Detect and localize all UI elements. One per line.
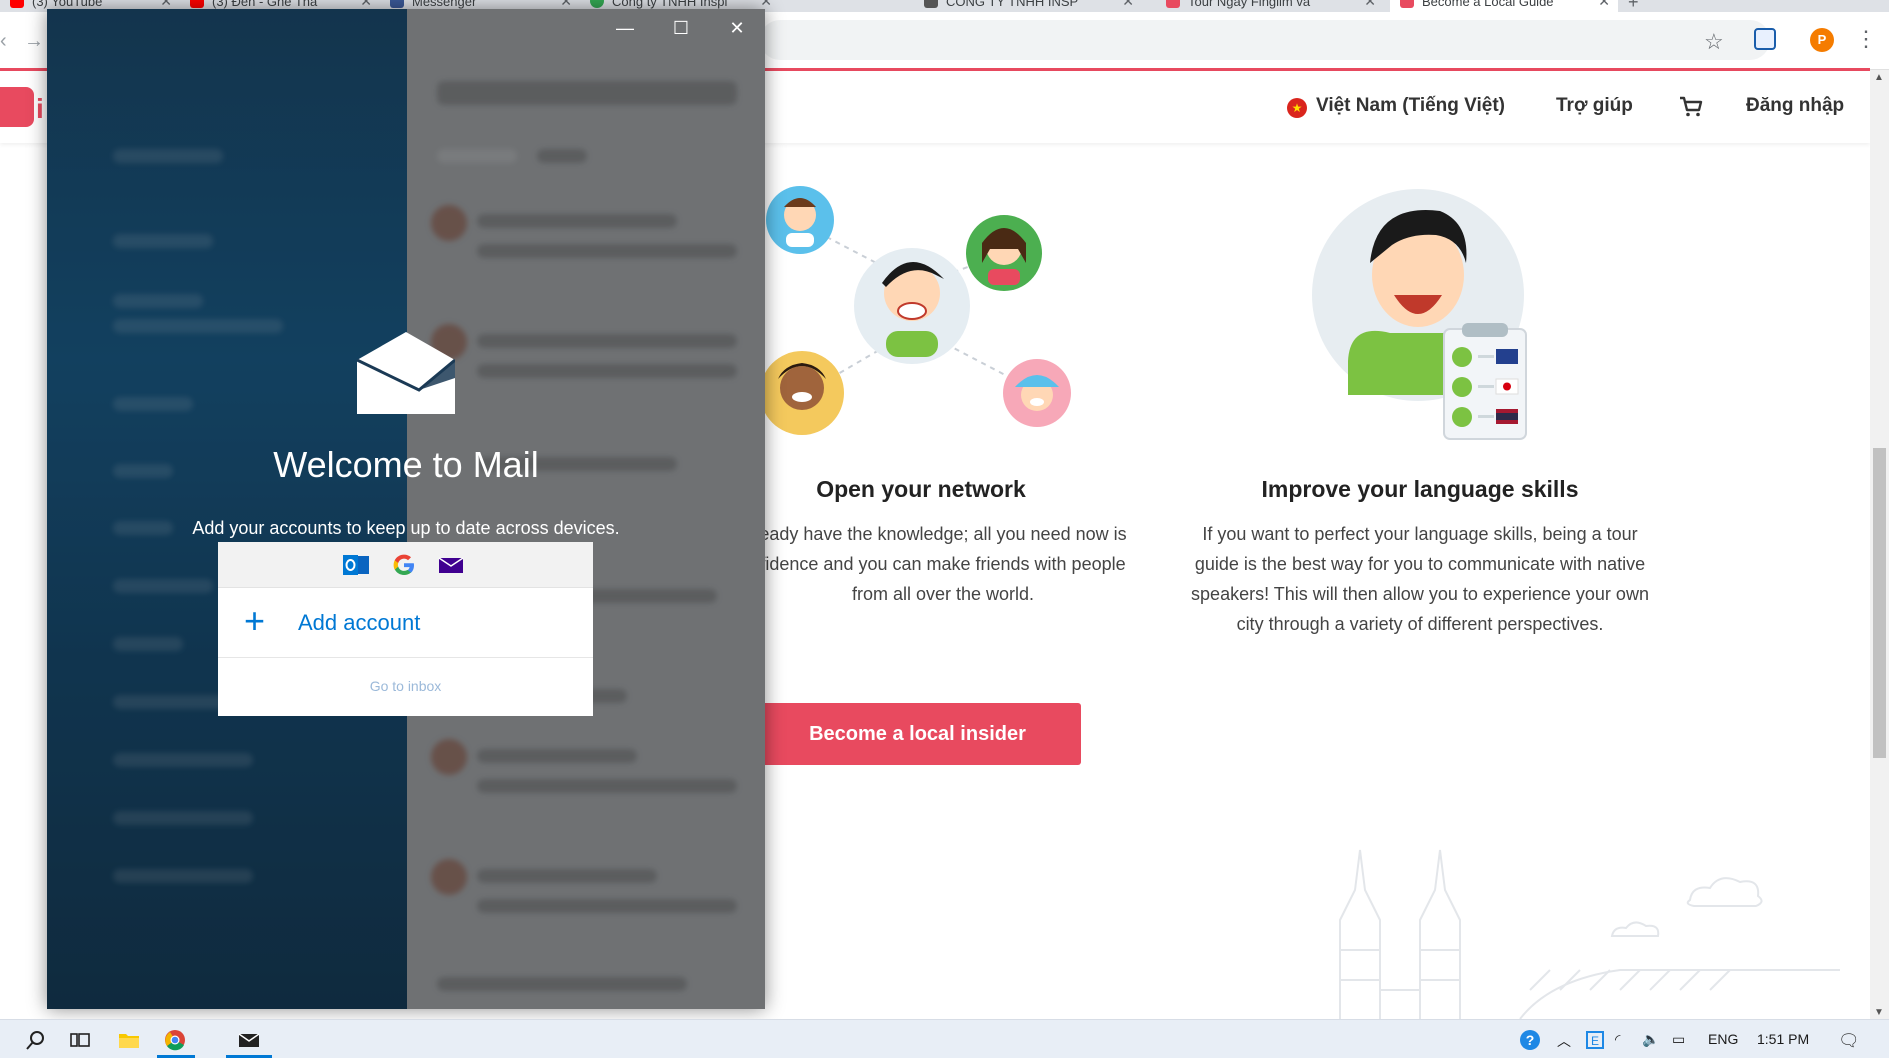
add-account-label: Add account bbox=[298, 610, 421, 635]
page-scrollbar[interactable]: ▲ ▼ bbox=[1870, 70, 1889, 1020]
site-logo-icon[interactable] bbox=[0, 87, 34, 127]
volume-icon[interactable]: 🔈 bbox=[1642, 1031, 1659, 1048]
back-arrow-icon[interactable]: ‹ bbox=[0, 30, 7, 53]
forward-arrow-icon[interactable]: → bbox=[24, 30, 44, 53]
uk-flag-icon bbox=[1496, 349, 1518, 364]
language-illustration bbox=[1312, 189, 1527, 440]
network-illustration bbox=[760, 186, 1071, 435]
new-tab-icon[interactable]: + bbox=[1628, 0, 1639, 12]
extension-icon[interactable] bbox=[1754, 28, 1776, 50]
go-to-inbox-link[interactable]: Go to inbox bbox=[218, 678, 593, 694]
wifi-icon[interactable]: ◜ bbox=[1615, 1031, 1620, 1048]
become-local-insider-button[interactable]: Become a local insider bbox=[754, 703, 1081, 765]
browser-tab[interactable]: Tour Ngày Fingilm và ✕ bbox=[1156, 0, 1384, 12]
facebook-favicon-icon bbox=[390, 0, 404, 8]
person-avatar bbox=[854, 248, 970, 364]
battery-icon[interactable]: ▭ bbox=[1672, 1031, 1685, 1048]
windows-taskbar: ▏ ? ︿ E ◜ 🔈 ▭ ENG 1:51 PM 🗨 bbox=[0, 1019, 1889, 1058]
close-icon[interactable]: ✕ bbox=[709, 9, 765, 47]
site-favicon-icon bbox=[1400, 0, 1414, 8]
tab-title: Messenger bbox=[412, 0, 477, 9]
person-avatar bbox=[1003, 359, 1071, 427]
task-view-icon[interactable] bbox=[68, 1028, 92, 1052]
chevron-up-icon[interactable]: ︿ bbox=[1557, 1031, 1571, 1051]
cart-icon[interactable] bbox=[1678, 93, 1704, 119]
person-avatar bbox=[766, 186, 834, 254]
maximize-icon[interactable]: ☐ bbox=[653, 9, 709, 47]
welcome-overlay bbox=[47, 9, 765, 1009]
tab-title: CÔNG TY TNHH INSP bbox=[946, 0, 1079, 9]
card-body: eady have the knowledge; all you need no… bbox=[759, 524, 1127, 604]
login-link[interactable]: Đăng nhập bbox=[1746, 95, 1844, 117]
provider-strip bbox=[218, 542, 593, 588]
chrome-icon[interactable] bbox=[163, 1028, 187, 1052]
outlook-icon bbox=[343, 555, 369, 575]
close-tab-icon[interactable]: ✕ bbox=[1122, 0, 1134, 10]
vietnam-flag-icon: ★ bbox=[1287, 98, 1307, 118]
person-avatar bbox=[966, 215, 1042, 291]
card-title: Open your network bbox=[816, 476, 1026, 502]
account-setup-panel: + Add account Go to inbox bbox=[218, 542, 593, 716]
browser-tab[interactable]: CÔNG TY TNHH INSP ✕ bbox=[914, 0, 1142, 12]
clock[interactable]: 1:51 PM bbox=[1757, 1031, 1809, 1047]
help-tray-icon[interactable]: ? bbox=[1518, 1028, 1542, 1052]
file-explorer-icon[interactable] bbox=[117, 1028, 141, 1052]
youtube-favicon-icon bbox=[10, 0, 24, 8]
bookmark-star-icon[interactable]: ☆ bbox=[1704, 29, 1724, 55]
plus-icon: + bbox=[244, 600, 266, 641]
scroll-up-arrow-icon[interactable]: ▲ bbox=[1874, 72, 1884, 83]
search-icon[interactable] bbox=[24, 1028, 48, 1052]
site-logo-text[interactable]: i bbox=[36, 93, 44, 125]
browser-tab-active[interactable]: Become a Local Guide ✕ bbox=[1390, 0, 1618, 12]
tab-title: (3) YouTube bbox=[32, 0, 103, 9]
mail-icon[interactable] bbox=[237, 1028, 261, 1052]
scroll-down-arrow-icon[interactable]: ▼ bbox=[1874, 1007, 1884, 1018]
add-account-button[interactable]: + Add account bbox=[218, 588, 593, 658]
card-title: Improve your language skills bbox=[1261, 476, 1579, 502]
tab-title: Tour Ngày Fingilm và bbox=[1188, 0, 1311, 9]
mail-envelope-icon bbox=[357, 332, 455, 414]
language-indicator[interactable]: ENG bbox=[1708, 1031, 1738, 1047]
welcome-title: Welcome to Mail bbox=[273, 444, 539, 485]
more-menu-icon[interactable]: ⋮ bbox=[1855, 26, 1877, 52]
yahoo-mail-icon bbox=[438, 557, 464, 573]
input-method-icon[interactable]: E bbox=[1583, 1028, 1607, 1052]
youtube-favicon-icon bbox=[190, 0, 204, 8]
tab-title: Become a Local Guide bbox=[1422, 0, 1554, 9]
company-favicon-icon bbox=[924, 0, 938, 8]
close-tab-icon[interactable]: ✕ bbox=[1598, 0, 1610, 10]
svg-text:?: ? bbox=[1526, 1032, 1535, 1048]
mail-app-window: — ☐ ✕ Welcome to Mail Add your accounts … bbox=[47, 9, 765, 1009]
city-skyline-illustration bbox=[1339, 849, 1840, 1019]
start-icon[interactable]: ▏ bbox=[0, 1028, 10, 1052]
language-selector[interactable]: Việt Nam (Tiếng Việt) bbox=[1316, 95, 1505, 117]
help-link[interactable]: Trợ giúp bbox=[1556, 95, 1633, 117]
close-tab-icon[interactable]: ✕ bbox=[1364, 0, 1376, 10]
tab-title: Công ty TNHH Inspi bbox=[612, 0, 728, 9]
action-center-icon[interactable]: 🗨 bbox=[1838, 1031, 1860, 1051]
card-body: If you want to perfect your language ski… bbox=[1191, 524, 1649, 634]
address-bar[interactable] bbox=[760, 20, 1770, 60]
google-favicon-icon bbox=[590, 0, 604, 8]
google-icon bbox=[393, 554, 414, 575]
svg-text:E: E bbox=[1591, 1034, 1599, 1048]
minimize-icon[interactable]: — bbox=[597, 9, 653, 47]
scrollbar-thumb[interactable] bbox=[1873, 448, 1886, 758]
site-favicon-icon bbox=[1166, 0, 1180, 8]
person-avatar bbox=[760, 351, 844, 435]
tab-title: (3) Đen - Ghé Thă bbox=[212, 0, 318, 9]
window-controls: — ☐ ✕ bbox=[597, 9, 765, 47]
welcome-subtitle: Add your accounts to keep up to date acr… bbox=[192, 518, 620, 538]
profile-avatar[interactable]: P bbox=[1810, 28, 1834, 52]
